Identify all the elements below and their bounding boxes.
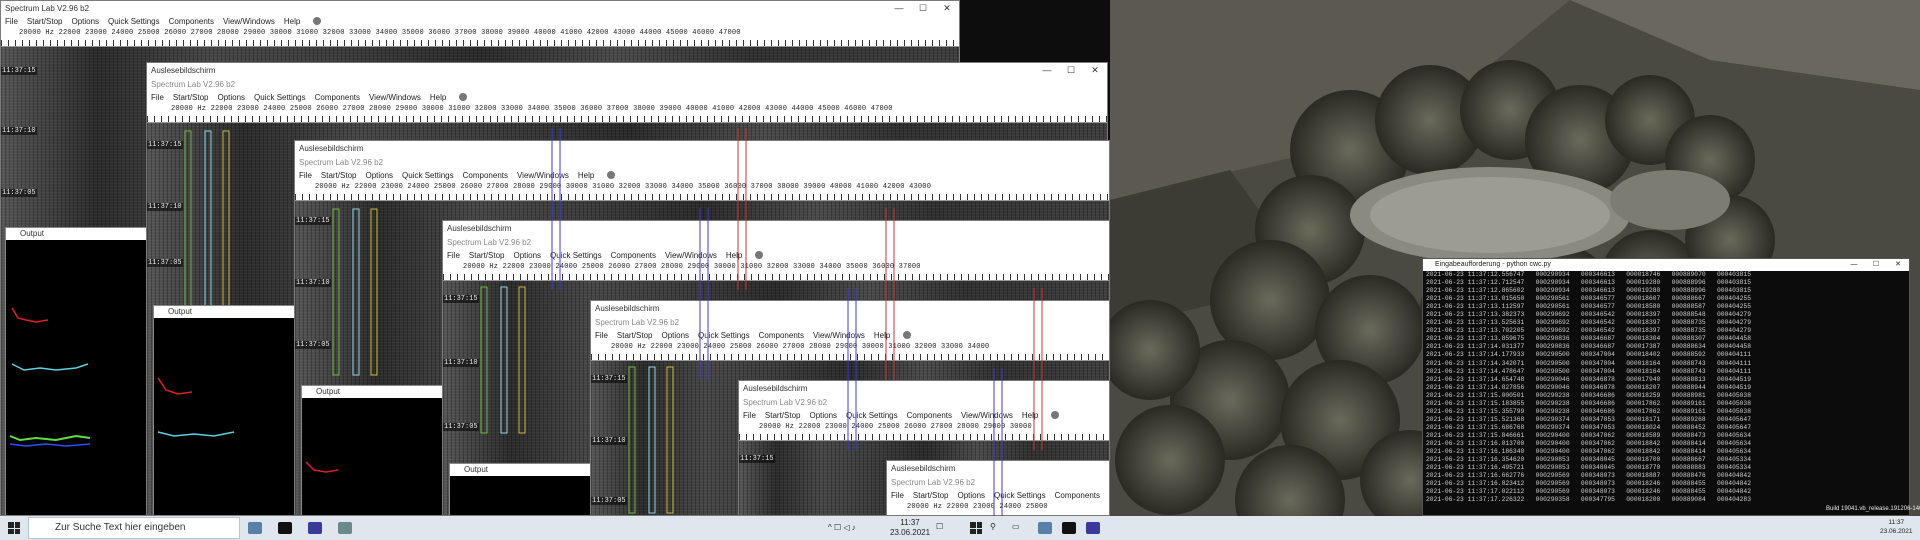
app-icon[interactable] [330,516,360,540]
terminal-icon[interactable] [270,516,300,540]
clock-date: 23.06.2021 [1880,528,1913,535]
console-line: 2021-06-23 11:37:14.177933 000290500 000… [1426,351,1751,359]
console-line: 2021-06-23 11:37:12.556747 000290934 000… [1426,271,1751,278]
console-line: 2021-06-23 11:37:16.662776 000290569 000… [1426,472,1751,480]
taskbar-search-input[interactable]: Zur Suche Text hier eingeben [28,517,240,539]
windows-logo-icon [8,522,20,534]
build-watermark: Build 19041.vb_release.191206-1406 [1826,506,1920,512]
spectrum-lab-icon[interactable] [300,516,330,540]
console-line: 2021-06-23 11:37:17.022112 000290569 000… [1426,488,1751,496]
console-line: 2021-06-23 11:37:15.000501 000290238 000… [1426,391,1751,399]
spectrum-lab-icon[interactable] [1078,516,1108,540]
console-line: 2021-06-23 11:37:13.382373 000290692 000… [1426,311,1751,319]
console-line: 2021-06-23 11:37:13.859675 000290836 000… [1426,335,1751,343]
clock-time: 11:37 [1888,519,1905,526]
taskbar-clock[interactable]: 11:37 23.06.2021 [890,518,930,538]
console-window[interactable]: Eingabeaufforderung - python cwc.py — ☐ … [1422,258,1910,516]
console-line: 2021-06-23 11:37:16.354620 000290853 000… [1426,456,1751,464]
start-button-second[interactable] [962,516,990,540]
console-line: 2021-06-23 11:37:13.525631 000290692 000… [1426,319,1751,327]
console-line: 2021-06-23 11:37:14.342071 000290500 000… [1426,359,1751,367]
console-line: 2021-06-23 11:37:13.015650 000290561 000… [1426,295,1751,303]
console-line: 2021-06-23 11:37:15.521368 000290374 000… [1426,415,1751,423]
task-view-icon[interactable]: ▭ [1012,522,1020,532]
system-tray-icons[interactable]: ^ ☐ ◁ ♪ [828,523,856,533]
console-line: 2021-06-23 11:37:16.823412 000290569 000… [1426,480,1751,488]
console-line: 2021-06-23 11:37:16.186340 000290400 000… [1426,448,1751,456]
taskbar-right: Build 19041.vb_release.191206-1406 11:37… [1110,506,1920,540]
console-line: 2021-06-23 11:37:16.013700 000290400 000… [1426,439,1751,447]
maximize-button[interactable]: ☐ [1865,259,1887,271]
console-line: 2021-06-23 11:37:14.654748 000290046 000… [1426,375,1751,383]
console-titlebar[interactable]: Eingabeaufforderung - python cwc.py — ☐ … [1423,259,1909,271]
console-line: 2021-06-23 11:37:12.865602 000290934 000… [1426,287,1751,295]
console-line: 2021-06-23 11:37:15.183855 000290238 000… [1426,399,1751,407]
taskbar-left: Zur Suche Text hier eingeben ^ ☐ ◁ ♪ 11:… [0,516,1110,540]
clock-time: 11:37 [900,518,920,527]
console-line: 2021-06-23 11:37:15.686768 000290374 000… [1426,423,1751,431]
minimize-button[interactable]: — [1843,259,1865,271]
close-button[interactable]: ✕ [1887,259,1909,271]
console-line: 2021-06-23 11:37:14.827856 000290046 000… [1426,383,1751,391]
taskbar-clock-right[interactable]: 11:37 23.06.2021 [1880,518,1913,536]
console-line: 2021-06-23 11:37:13.702205 000290692 000… [1426,327,1751,335]
search-placeholder-text: Zur Suche Text hier eingeben [55,522,186,533]
console-line: 2021-06-23 11:37:15.846661 000290400 000… [1426,431,1751,439]
console-line: 2021-06-23 11:37:14.031377 000290836 000… [1426,343,1751,351]
console-line: 2021-06-23 11:37:14.478647 000290500 000… [1426,367,1751,375]
console-line: 2021-06-23 11:37:12.712547 000290934 000… [1426,279,1751,287]
clock-date: 23.06.2021 [890,528,931,537]
console-window-title: Eingabeaufforderung - python cwc.py [1435,261,1551,268]
start-button[interactable] [0,516,28,540]
console-output[interactable]: 2021-06-23 11:37:12.556747 000290934 000… [1423,271,1909,504]
console-line: 2021-06-23 11:37:16.495721 000290853 000… [1426,464,1751,472]
console-line: 2021-06-23 11:37:13.112597 000290561 000… [1426,303,1751,311]
desktop: Spectrum Lab V2.96 b2 — ☐ ✕ File Start/S… [0,0,1920,540]
search-icon[interactable]: ⚲ [990,522,996,532]
calculator-icon[interactable] [240,516,270,540]
frequency-marker-lines [551,128,1043,516]
console-line: 2021-06-23 11:37:15.355799 000290238 000… [1426,407,1751,415]
windows-logo-icon [970,522,982,534]
notification-icon[interactable]: ☐ [936,522,943,532]
